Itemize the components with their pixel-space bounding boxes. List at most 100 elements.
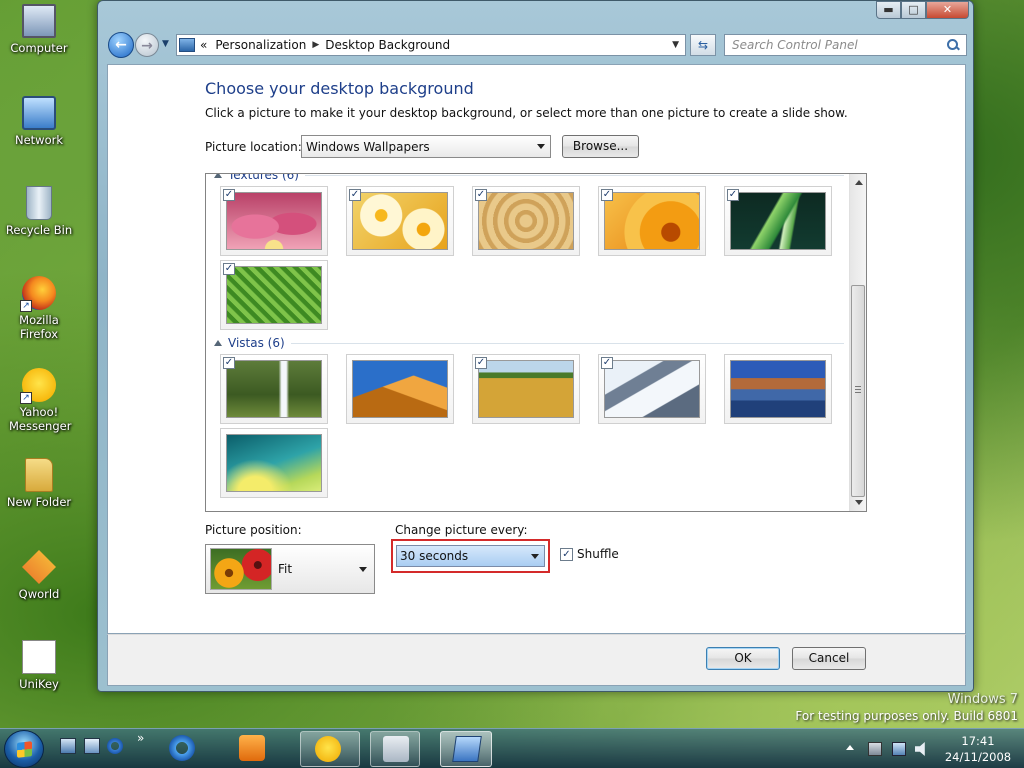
wallpaper-thumbnail[interactable]: ✓ (220, 354, 328, 424)
wallpaper-thumbnail[interactable] (346, 354, 454, 424)
quick-launch-more-button[interactable]: » (137, 731, 144, 745)
thumbnail-checkbox[interactable]: ✓ (223, 263, 235, 275)
desktop-icon-qworld[interactable]: Qworld (4, 550, 74, 601)
shuffle-checkbox-box[interactable]: ✓ (560, 547, 573, 561)
ok-button[interactable]: OK (706, 647, 780, 670)
desktop-watermark: Windows 7 For testing purposes only. Bui… (795, 692, 1018, 724)
thumbnail-checkbox[interactable]: ✓ (727, 189, 739, 201)
change-picture-interval-select[interactable]: 30 seconds (396, 545, 545, 567)
wallpaper-thumbnail[interactable]: ✓ (220, 186, 328, 256)
address-dropdown-icon[interactable]: ▼ (672, 40, 679, 50)
picture-location-select[interactable]: Windows Wallpapers (301, 135, 551, 158)
wallpaper-thumbnail[interactable] (220, 428, 328, 498)
thumbnail-checkbox[interactable]: ✓ (601, 189, 613, 201)
scroll-down-icon[interactable] (855, 500, 863, 505)
desktop-icon-firefox[interactable]: ↗ Mozilla Firefox (4, 276, 74, 341)
desktop-icon-recycle-bin[interactable]: Recycle Bin (4, 186, 74, 237)
wallpaper-thumbnail[interactable] (724, 354, 832, 424)
show-desktop-icon[interactable] (60, 738, 76, 754)
firefox-icon: ↗ (20, 276, 56, 312)
address-bar[interactable]: « Personalization ▶ Desktop Background ▼ (176, 34, 686, 56)
collapse-triangle-icon[interactable] (214, 340, 222, 346)
page-title: Choose your desktop background (205, 79, 474, 98)
desktop-icon-label: UniKey (19, 677, 59, 691)
thumbnail-image (478, 192, 574, 250)
switch-windows-icon[interactable] (84, 738, 100, 754)
thumbnail-image (226, 360, 322, 418)
desktop-icon-new-folder[interactable]: New Folder (4, 458, 74, 509)
scroll-up-icon[interactable] (855, 180, 863, 185)
gallery-scrollbar[interactable] (849, 174, 866, 511)
media-player-icon (239, 735, 265, 761)
desktop-icon-label: Network (14, 133, 64, 147)
thumbnail-checkbox[interactable]: ✓ (601, 357, 613, 369)
clock-time: 17:41 (961, 734, 995, 748)
taskbar-item-yahoo-messenger[interactable] (300, 731, 360, 767)
system-clock[interactable]: 17:41 24/11/2008 (938, 733, 1018, 765)
group-header-textures[interactable]: Textures (6) (214, 174, 844, 182)
shortcut-arrow-icon: ↗ (20, 392, 32, 404)
breadcrumb-personalization[interactable]: Personalization (215, 38, 306, 52)
wallpaper-thumbnail[interactable]: ✓ (472, 186, 580, 256)
refresh-icon: ⇆ (697, 38, 709, 52)
desktop-icon-label: Mozilla Firefox (19, 313, 59, 341)
refresh-button[interactable]: ⇆ (690, 34, 716, 56)
thumbnail-checkbox[interactable]: ✓ (475, 189, 487, 201)
back-button[interactable]: ← (108, 32, 134, 58)
shuffle-checkbox[interactable]: ✓ Shuffle (560, 547, 619, 561)
desktop-icon-label: Recycle Bin (5, 223, 73, 237)
thumbnail-checkbox[interactable]: ✓ (349, 189, 361, 201)
wallpaper-thumbnail[interactable]: ✓ (220, 260, 328, 330)
taskbar-item-media-player[interactable] (225, 731, 281, 767)
recent-pages-dropdown[interactable]: ▼ (162, 39, 169, 49)
minimize-button[interactable]: ▬ (876, 1, 901, 19)
scroll-thumb[interactable] (851, 285, 865, 497)
desktop-icon-label: New Folder (6, 495, 72, 509)
desktop-icon-computer[interactable]: Computer (4, 4, 74, 55)
desktop-icon-network[interactable]: Network (4, 96, 74, 147)
wallpaper-thumbnail[interactable]: ✓ (598, 354, 706, 424)
taskbar-item-paint[interactable] (370, 731, 420, 767)
thumbnail-checkbox[interactable]: ✓ (223, 189, 235, 201)
search-icon[interactable] (946, 38, 960, 52)
wallpaper-thumbnail[interactable]: ✓ (724, 186, 832, 256)
internet-explorer-quicklaunch-icon[interactable] (107, 738, 123, 754)
close-button[interactable]: ✕ (926, 1, 969, 19)
breadcrumb-desktop-background[interactable]: Desktop Background (325, 38, 450, 52)
cancel-button[interactable]: Cancel (792, 647, 866, 670)
volume-icon[interactable] (915, 742, 925, 756)
change-picture-label: Change picture every: (395, 523, 528, 537)
wallpaper-thumbnail[interactable]: ✓ (472, 354, 580, 424)
address-root-chevron[interactable]: « (200, 38, 207, 52)
wallpaper-thumbnail[interactable]: ✓ (598, 186, 706, 256)
start-button[interactable] (4, 730, 44, 768)
usb-device-icon[interactable] (868, 742, 882, 756)
thumbnail-image (730, 192, 826, 250)
thumbnail-checkbox[interactable]: ✓ (475, 357, 487, 369)
desktop-icon-yahoo-messenger[interactable]: ↗ Yahoo! Messenger (4, 368, 74, 433)
taskbar-item-control-panel[interactable] (440, 731, 492, 767)
thumbnail-checkbox[interactable]: ✓ (223, 357, 235, 369)
folder-icon (25, 458, 53, 492)
grip-icon (855, 386, 861, 393)
collapse-triangle-icon[interactable] (214, 174, 222, 178)
picture-position-select[interactable]: Fit (205, 544, 375, 594)
browse-button[interactable]: Browse... (562, 135, 639, 158)
qworld-icon (22, 550, 56, 584)
wallpaper-gallery[interactable]: Textures (6) ✓ ✓ ✓ ✓ ✓ ✓ Vistas (6) ✓ ✓ … (205, 173, 867, 512)
chevron-down-icon (537, 144, 545, 149)
thumbnail-image (730, 360, 826, 418)
search-input[interactable]: Search Control Panel (724, 34, 967, 56)
show-hidden-icons-icon[interactable] (846, 745, 854, 750)
control-panel-icon (179, 38, 195, 52)
breadcrumb-separator-icon[interactable]: ▶ (312, 40, 319, 50)
taskbar-item-internet-explorer[interactable] (155, 731, 211, 767)
search-placeholder: Search Control Panel (732, 38, 858, 52)
group-header-vistas[interactable]: Vistas (6) (214, 336, 844, 350)
wallpaper-thumbnail[interactable]: ✓ (346, 186, 454, 256)
desktop-icon-unikey[interactable]: UniKey (4, 640, 74, 691)
forward-button[interactable]: → (135, 33, 159, 57)
network-status-icon[interactable] (892, 742, 906, 756)
maximize-button[interactable]: □ (901, 1, 926, 19)
chevron-down-icon (531, 553, 539, 559)
